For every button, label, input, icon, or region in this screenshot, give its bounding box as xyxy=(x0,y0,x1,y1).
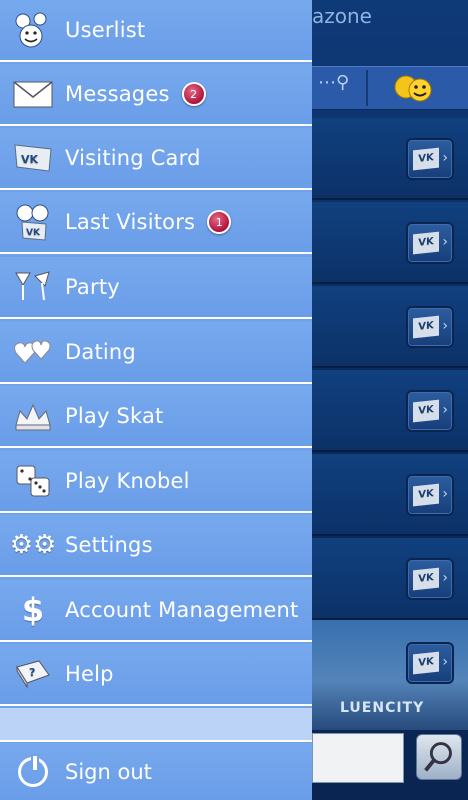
svg-text:VK: VK xyxy=(26,228,41,238)
list-row[interactable]: VK › xyxy=(312,622,468,704)
menu-item-label: Sign out xyxy=(65,759,152,784)
menu-item-messages[interactable]: Messages 2 xyxy=(0,64,312,126)
app-title-fragment: azone xyxy=(312,4,372,28)
menu-item-dating[interactable]: Dating xyxy=(0,322,312,384)
menu-item-label: Help xyxy=(65,662,114,686)
search-input[interactable] xyxy=(312,733,404,783)
new-visitors-badge: 1 xyxy=(207,210,232,234)
menu-item-label: Party xyxy=(65,275,120,299)
vk-card-button[interactable]: VK › xyxy=(406,306,454,348)
menu-item-sign-out[interactable]: Sign out xyxy=(0,743,312,800)
toolbar-divider xyxy=(366,70,368,106)
gears-icon: ⚙⚙ xyxy=(9,530,57,560)
dollar-icon: $ xyxy=(21,591,45,629)
hearts-icon xyxy=(11,332,55,372)
unread-count-badge: 2 xyxy=(181,82,206,106)
vk-card-button[interactable]: VK › xyxy=(406,558,454,600)
vk-card-button[interactable]: VK › xyxy=(406,642,454,684)
menu-item-party[interactable]: Party xyxy=(0,257,312,319)
menu-item-play-knobel[interactable]: Play Knobel xyxy=(0,451,312,513)
menu-item-last-visitors[interactable]: VK Last Visitors 1 xyxy=(0,192,312,254)
smileys-icon[interactable] xyxy=(390,72,436,104)
menu-item-label: Messages xyxy=(65,82,170,106)
vk-card-button[interactable]: VK › xyxy=(406,474,454,516)
dice-icon xyxy=(11,461,55,501)
crown-icon xyxy=(11,396,55,436)
svg-text:VK: VK xyxy=(21,153,39,166)
list-row[interactable]: VK › xyxy=(312,286,468,368)
user-filter-icon[interactable]: ⋯⚲ xyxy=(318,72,358,104)
vk-card-button[interactable]: VK › xyxy=(406,138,454,180)
smiley-group-icon xyxy=(11,10,55,50)
list-row[interactable]: VK › xyxy=(312,538,468,620)
svg-text:?: ? xyxy=(29,666,35,679)
menu-item-label: Play Knobel xyxy=(65,469,190,493)
menu-item-label: Settings xyxy=(65,533,153,557)
menu-item-label: Dating xyxy=(65,340,136,364)
menu-item-account-management[interactable]: $ Account Management xyxy=(0,580,312,642)
envelope-icon xyxy=(11,74,55,114)
vk-card-button[interactable]: VK › xyxy=(406,222,454,264)
navigation-drawer: Userlist Messages 2 VK Visiting Card VK xyxy=(0,0,312,800)
power-icon xyxy=(11,752,55,792)
list-row[interactable]: VK › xyxy=(312,118,468,200)
menu-item-play-skat[interactable]: Play Skat xyxy=(0,386,312,448)
menu-item-label: Visiting Card xyxy=(65,146,201,170)
list-row[interactable]: VK › xyxy=(312,454,468,536)
vk-card-icon: VK xyxy=(11,138,55,178)
menu-item-userlist[interactable]: Userlist xyxy=(0,0,312,62)
list-row[interactable]: VK › xyxy=(312,202,468,284)
menu-item-label: Userlist xyxy=(65,18,146,42)
menu-item-label: Last Visitors xyxy=(65,210,196,234)
drawer-spacer xyxy=(0,708,312,742)
help-book-icon: ? xyxy=(11,654,55,694)
vk-card-button[interactable]: VK › xyxy=(406,390,454,432)
list-row[interactable]: VK › xyxy=(312,370,468,452)
menu-item-settings[interactable]: ⚙⚙ Settings xyxy=(0,515,312,577)
cocktail-glasses-icon xyxy=(11,267,55,307)
menu-item-visiting-card[interactable]: VK Visiting Card xyxy=(0,128,312,190)
menu-item-label: Play Skat xyxy=(65,404,164,428)
search-icon[interactable] xyxy=(416,734,462,780)
visitors-icon: VK xyxy=(11,202,55,242)
menu-item-label: Account Management xyxy=(65,598,299,622)
menu-item-help[interactable]: ? Help xyxy=(0,644,312,706)
